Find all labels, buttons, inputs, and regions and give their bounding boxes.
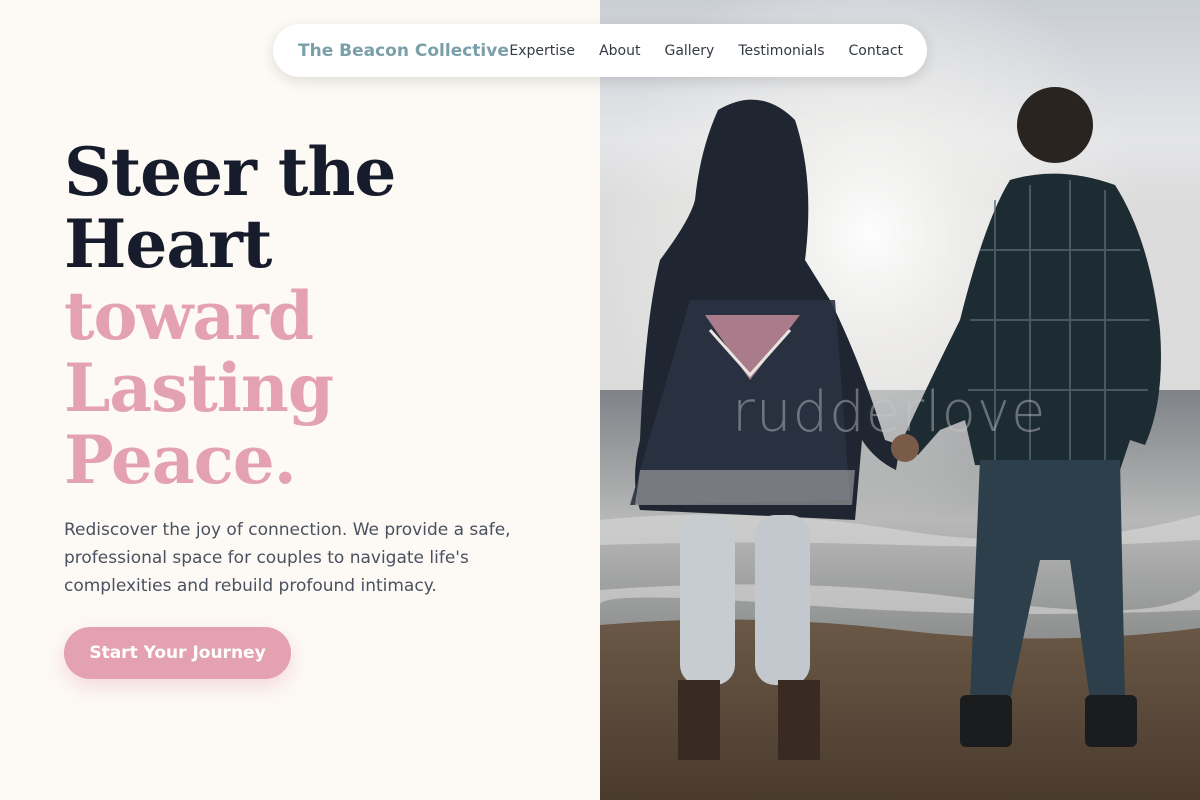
hero-headline: Steer the Heart toward Lasting Peace.	[64, 136, 564, 496]
nav-link-expertise[interactable]: Expertise	[509, 43, 575, 59]
nav-links: Expertise About Gallery Testimonials Con…	[509, 43, 903, 59]
headline-line-2: Heart	[64, 205, 272, 283]
headline-line-1: Steer the	[64, 133, 396, 211]
hero-lead-text: Rediscover the joy of connection. We pro…	[64, 520, 511, 596]
nav-link-about[interactable]: About	[599, 43, 640, 59]
headline-line-4: Lasting	[64, 349, 334, 427]
headline-line-3: toward	[64, 277, 314, 355]
headline-line-5: Peace.	[64, 421, 297, 499]
brand-logo[interactable]: The Beacon Collective	[298, 41, 509, 61]
top-navbar: The Beacon Collective Expertise About Ga…	[273, 24, 927, 77]
nav-link-contact[interactable]: Contact	[849, 43, 903, 59]
nav-link-gallery[interactable]: Gallery	[664, 43, 714, 59]
nav-link-testimonials[interactable]: Testimonials	[738, 43, 824, 59]
start-journey-button[interactable]: Start Your Journey	[64, 627, 291, 679]
image-watermark: rudderlove	[732, 380, 1047, 445]
